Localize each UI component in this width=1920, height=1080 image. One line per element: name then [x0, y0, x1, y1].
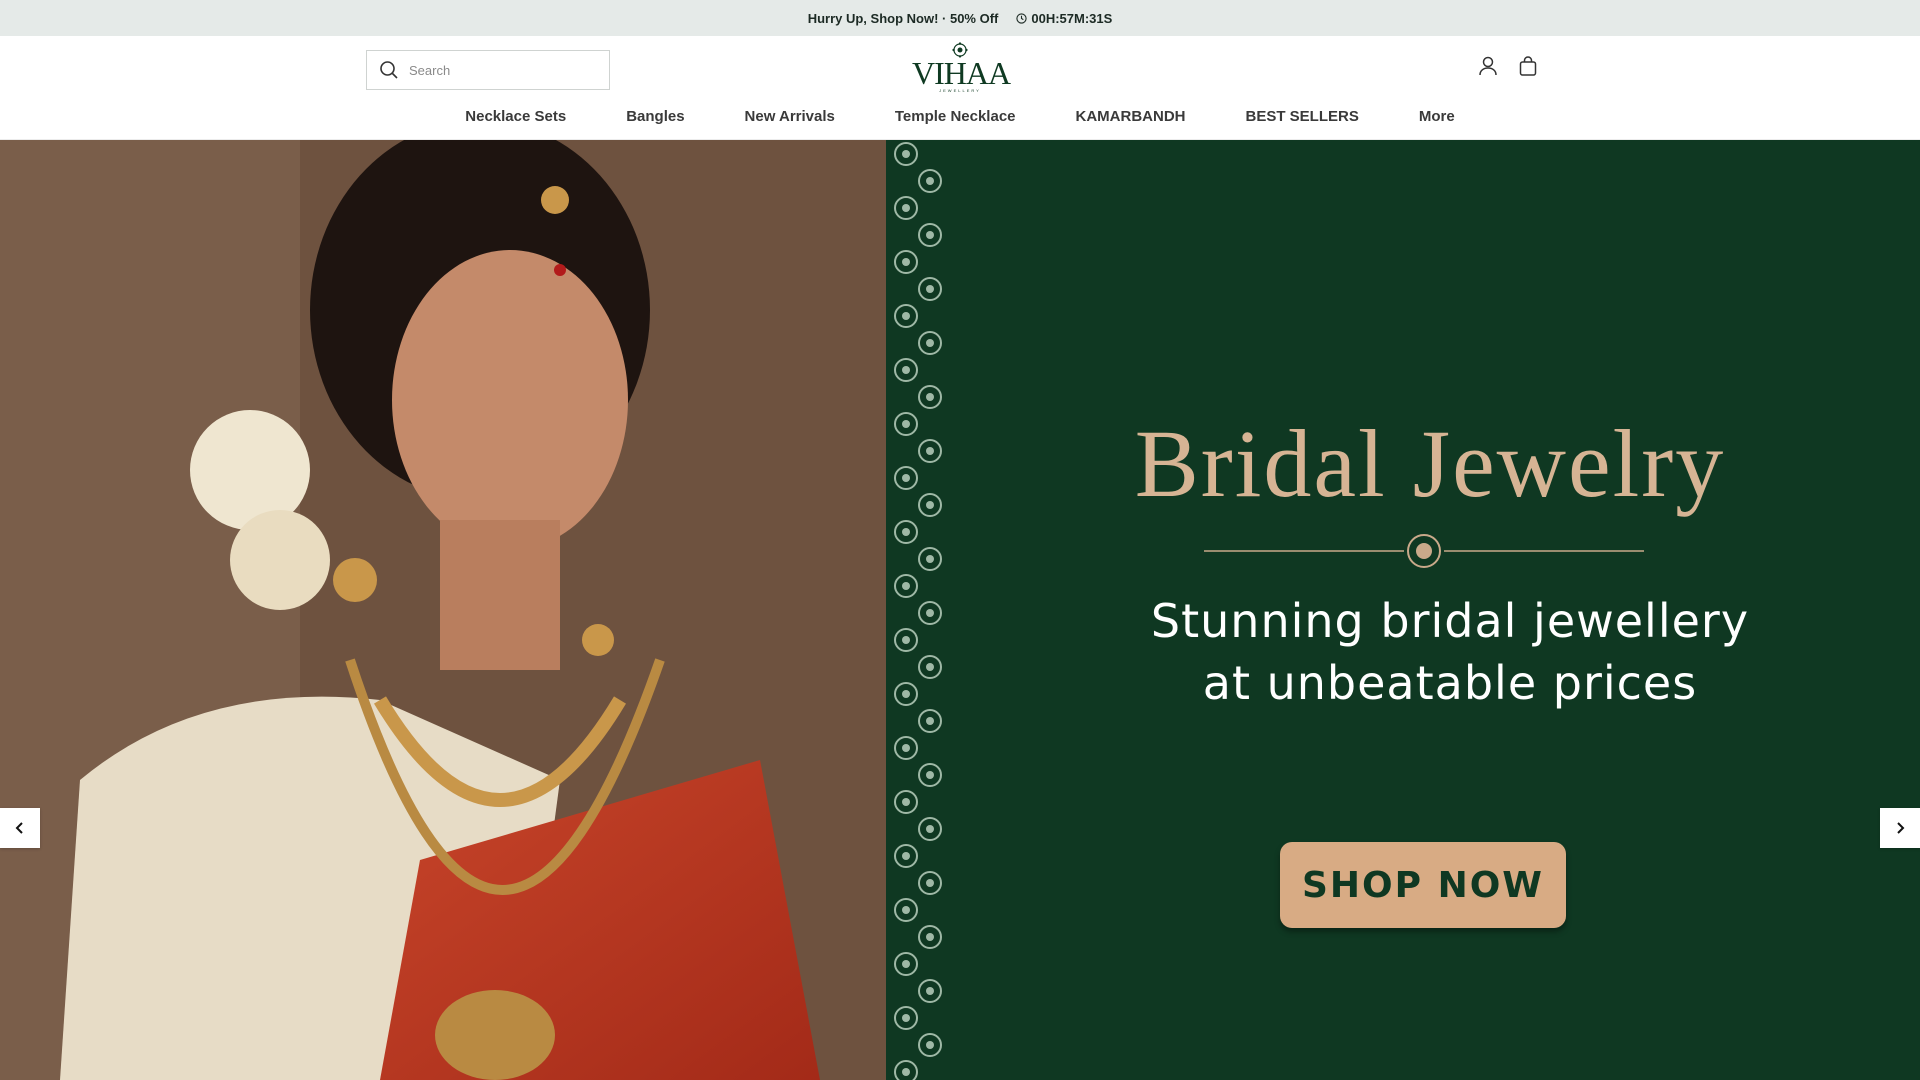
- main-nav: Necklace Sets Bangles New Arrivals Templ…: [0, 106, 1920, 128]
- hero-subtext-line1: Stunning bridal jewellery: [1150, 594, 1750, 648]
- nav-item-temple-necklace[interactable]: Temple Necklace: [865, 106, 1046, 128]
- chevron-right-icon: [1897, 822, 1905, 834]
- header-actions: [1476, 54, 1540, 78]
- logo-wordmark: VIHAA: [912, 55, 1011, 91]
- clock-icon: [1016, 12, 1027, 24]
- account-button[interactable]: [1476, 54, 1500, 78]
- cart-button[interactable]: [1516, 54, 1540, 78]
- nav-item-new-arrivals[interactable]: New Arrivals: [715, 106, 865, 128]
- nav-item-best-sellers[interactable]: BEST SELLERS: [1216, 106, 1389, 128]
- hero-subtext: Stunning bridal jewellery at unbeatable …: [1060, 590, 1840, 714]
- search-box[interactable]: [366, 50, 610, 90]
- site-header: VIHAA JEWELLERY Necklace Sets Bangles Ne…: [0, 36, 1920, 140]
- announcement-bar: Hurry Up, Shop Now! · 50% Off 00H:57M:31…: [0, 0, 1920, 36]
- search-icon: [380, 61, 398, 79]
- search-input[interactable]: [409, 62, 579, 78]
- shop-now-button[interactable]: SHOP NOW: [1280, 842, 1566, 928]
- nav-item-bangles[interactable]: Bangles: [596, 106, 714, 128]
- chevron-left-icon: [15, 822, 23, 834]
- ornamental-border: [894, 142, 942, 1080]
- slide-next-button[interactable]: [1880, 808, 1920, 848]
- slide-prev-button[interactable]: [0, 808, 40, 848]
- brand-logo[interactable]: VIHAA JEWELLERY: [912, 42, 1011, 98]
- hero-subtext-line2: at unbeatable prices: [1202, 656, 1698, 710]
- hero-banner[interactable]: Bridal Jewelry Stunning bridal jewellery…: [0, 140, 1920, 1080]
- cart-icon: [1519, 56, 1537, 76]
- hero-model-image: [0, 140, 886, 1080]
- countdown-timer: 00H:57M:31S: [1016, 11, 1112, 26]
- nav-item-necklace-sets[interactable]: Necklace Sets: [435, 106, 596, 128]
- ornament-divider-icon: [1204, 534, 1644, 568]
- announcement-text: Hurry Up, Shop Now! · 50% Off: [807, 10, 999, 26]
- nav-item-more[interactable]: More: [1389, 106, 1485, 128]
- countdown-value: 00H:57M:31S: [1031, 10, 1113, 26]
- account-icon: [1479, 56, 1497, 76]
- nav-item-kamarbandh[interactable]: KAMARBANDH: [1046, 106, 1216, 128]
- hero-headline: Bridal Jewelry: [1134, 410, 1726, 517]
